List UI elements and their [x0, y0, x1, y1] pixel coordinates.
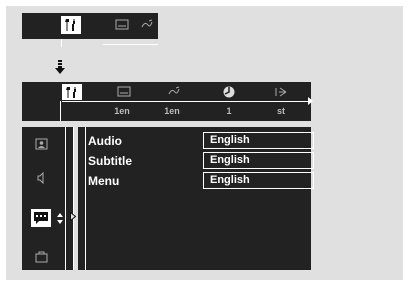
- menu-tick: [60, 101, 61, 121]
- row-value[interactable]: English: [203, 152, 314, 169]
- menu-line: [62, 101, 311, 102]
- panel-divider: [73, 127, 74, 270]
- menu-tick: [61, 39, 62, 47]
- audio-value: 1en: [164, 106, 180, 116]
- angle-icon[interactable]: [219, 85, 239, 99]
- top-menu-bar: [22, 13, 158, 47]
- menu-arrow-icon: [308, 97, 313, 105]
- settings-icon[interactable]: [61, 16, 81, 34]
- menu-row-subtitle[interactable]: Subtitle English: [88, 152, 314, 170]
- settings-icon[interactable]: [62, 84, 82, 100]
- speaker-icon[interactable]: [31, 169, 51, 187]
- picture-icon[interactable]: [31, 135, 51, 153]
- row-label: Audio: [88, 134, 122, 148]
- language-icon[interactable]: [31, 209, 51, 227]
- menu-row-audio[interactable]: Audio English: [88, 132, 314, 150]
- row-value[interactable]: English: [203, 132, 314, 149]
- row-label: Menu: [88, 174, 120, 188]
- audio-icon[interactable]: [137, 16, 157, 34]
- panel-divider: [65, 127, 66, 270]
- up-down-arrow-icon[interactable]: [57, 213, 63, 225]
- zoom-value: st: [276, 106, 285, 116]
- zoom-icon[interactable]: [271, 85, 291, 99]
- menu-line: [103, 44, 158, 45]
- audio-icon[interactable]: [164, 85, 184, 99]
- row-label: Subtitle: [88, 154, 132, 168]
- right-arrow-icon: [70, 212, 76, 221]
- panel-line: [85, 127, 86, 270]
- subtitle-value: 1en: [114, 106, 130, 116]
- main-menu-bar: 1en 1en 1 st: [22, 82, 313, 121]
- down-arrow-icon: [55, 60, 65, 74]
- angle-value: 1: [226, 106, 232, 116]
- category-panel: [22, 127, 74, 270]
- row-value[interactable]: English: [203, 172, 314, 189]
- subtitle-icon[interactable]: [112, 16, 132, 34]
- subtitle-icon[interactable]: [114, 85, 134, 99]
- menu-row-menu[interactable]: Menu English: [88, 172, 314, 190]
- misc-icon[interactable]: [31, 248, 51, 266]
- language-menu-panel: Audio English Subtitle English Menu Engl…: [78, 127, 314, 270]
